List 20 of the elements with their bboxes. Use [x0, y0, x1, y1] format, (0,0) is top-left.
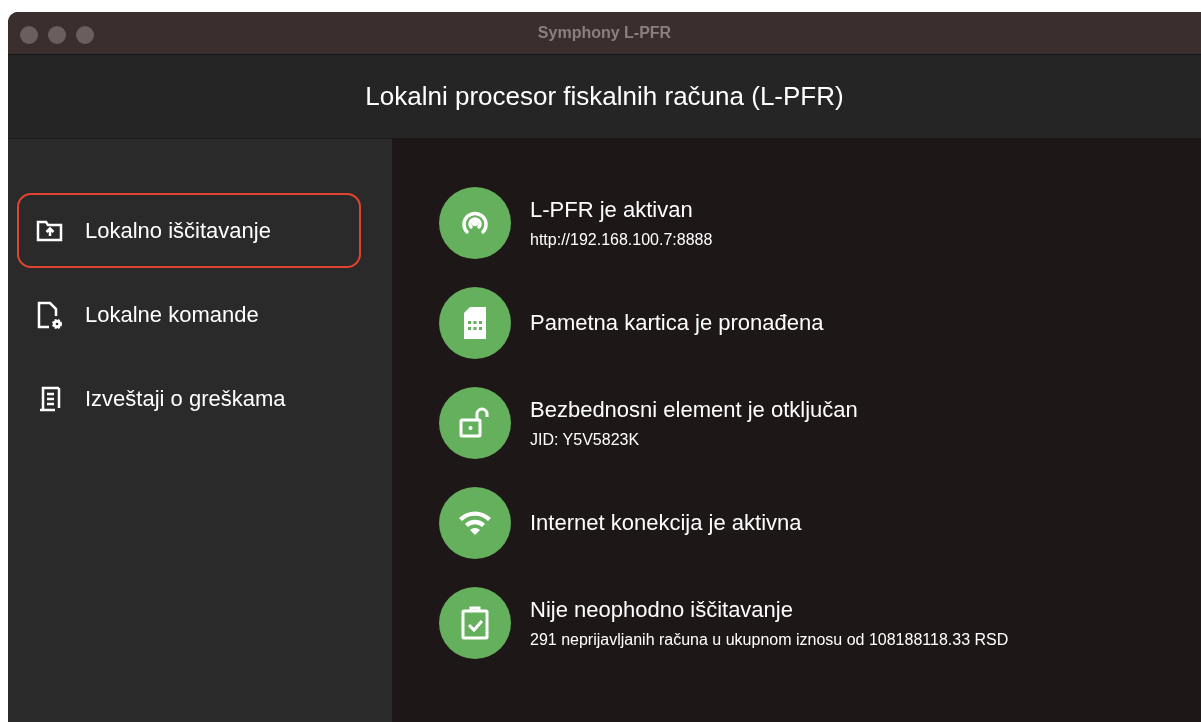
status-detail: JID: Y5V5823K [530, 430, 641, 449]
status-detail: http://192.168.100.7:8888 [530, 230, 713, 249]
status-title: Nije neophodno iščitavanje [530, 597, 794, 622]
report-icon [37, 384, 63, 413]
file-gear-icon [36, 299, 64, 330]
minimize-window-button[interactable] [48, 26, 66, 44]
status-title: Bezbednosni element je otključan [530, 397, 858, 422]
sidebar-item[interactable]: Izveštaji o greškama [17, 361, 361, 436]
folder-upload-icon [36, 218, 64, 243]
sidebar-item[interactable]: Lokalne komande [17, 277, 361, 352]
status-detail: 291 neprijavljanih računa u ukupnom iznosu od 108188118.33 RSD [530, 630, 1009, 649]
close-window-button[interactable] [20, 26, 38, 44]
status-title: Pametna kartica je pronađena [530, 311, 824, 335]
status-title: L-PFR je aktivan [530, 197, 694, 222]
clipboard-check-icon [459, 605, 491, 641]
header-title: Lokalni procesor fiskalnih računa (L-PFR) [365, 80, 844, 113]
status-title: Internet konekcija je aktivna [530, 511, 802, 535]
window-title: Symphony L-PFR [537, 23, 672, 43]
sidebar-item[interactable]: Lokalno iščitavanje [17, 193, 361, 268]
zoom-window-button[interactable] [76, 26, 94, 44]
